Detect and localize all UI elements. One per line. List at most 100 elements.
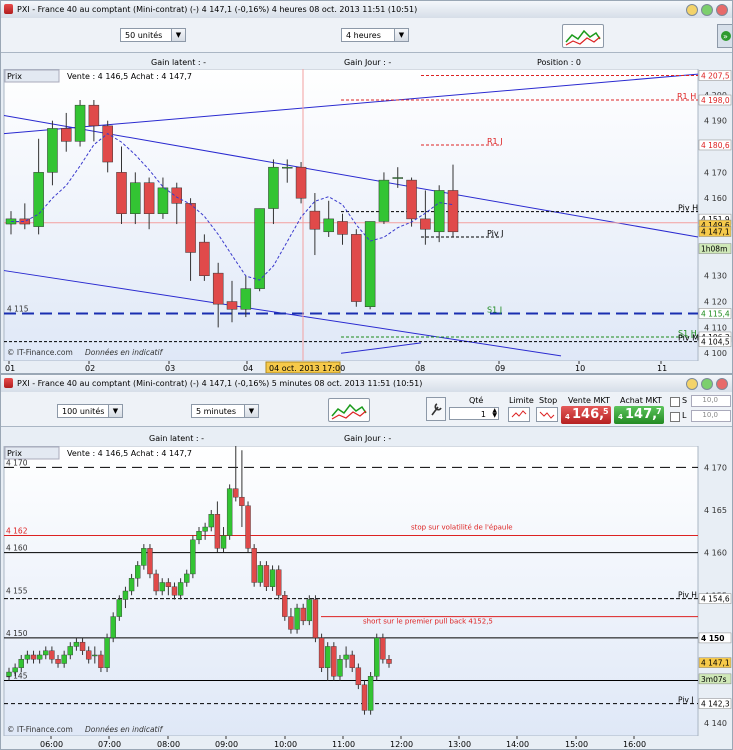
y-tick-label: 4 100: [704, 349, 727, 358]
plot-area: [3, 69, 699, 362]
period-select[interactable]: 5 minutes ▼: [191, 404, 259, 418]
candle: [306, 599, 313, 622]
left-price-label: 4 162: [6, 527, 28, 536]
candlestick-chart-4h[interactable]: 4 2004 1904 1804 1704 1604 1504 1404 130…: [1, 69, 732, 374]
maximize-button[interactable]: [701, 378, 713, 390]
candle: [73, 641, 80, 647]
candle: [147, 548, 153, 575]
x-tick-label: 08:00: [157, 740, 180, 749]
info-bar: Gain latent : - Gain Jour : -: [1, 433, 732, 445]
window-title: PXI - France 40 au comptant (Mini-contra…: [17, 379, 423, 388]
sell-price-prefix: 4: [565, 413, 570, 421]
price-tag-label: 1h08m: [701, 245, 727, 254]
chevron-down-icon[interactable]: ▼: [108, 405, 122, 417]
window-titlebar[interactable]: PXI - France 40 au comptant (Mini-contra…: [1, 375, 732, 393]
candle: [325, 646, 331, 668]
candle: [208, 514, 214, 528]
candle: [185, 203, 196, 253]
candle: [171, 586, 178, 596]
sell-label: Vente MKT: [568, 396, 610, 405]
candle: [226, 488, 233, 536]
candle: [79, 641, 86, 651]
y-tick-label: 4 170: [704, 463, 727, 472]
legend-prix: Prix: [7, 72, 22, 81]
close-button[interactable]: [716, 378, 728, 390]
candle: [92, 654, 98, 657]
chevron-down-icon[interactable]: ▼: [171, 29, 185, 41]
price-tag-label: 4 154,6: [701, 595, 730, 604]
candle: [141, 548, 147, 566]
limite-icon[interactable]: [508, 407, 530, 422]
l-input[interactable]: 10,0: [691, 410, 731, 422]
qty-stepper[interactable]: ▲ ▼: [492, 408, 497, 419]
credit: © IT-Finance.com: [7, 348, 73, 357]
level-label: R1 H: [677, 92, 696, 101]
y-tick-label: 4 190: [704, 117, 727, 126]
chevron-down-icon[interactable]: ▼: [394, 29, 408, 41]
x-tick-label: 10: [575, 364, 585, 373]
candle: [406, 179, 417, 220]
maximize-button[interactable]: [701, 4, 713, 16]
app-icon: [4, 4, 13, 14]
x-tick-label: 12:00: [390, 740, 413, 749]
period-select-value: 4 heures: [346, 31, 381, 40]
l-checkbox[interactable]: [670, 412, 680, 422]
units-select[interactable]: 100 unités ▼: [57, 404, 123, 418]
side-panel-toggle[interactable]: »: [717, 24, 732, 48]
x-tick-label: 02: [85, 364, 95, 373]
s-input[interactable]: 10,0: [691, 395, 731, 407]
candle: [116, 599, 123, 617]
window-titlebar[interactable]: PXI - France 40 au comptant (Mini-contra…: [1, 1, 732, 19]
plot-area: [3, 446, 699, 737]
buy-button[interactable]: 4 147, 7: [614, 406, 664, 424]
sell-button[interactable]: 4 146, 5: [561, 406, 611, 424]
candle: [55, 659, 61, 664]
close-button[interactable]: [716, 4, 728, 16]
period-select[interactable]: 4 heures ▼: [341, 28, 409, 42]
candle: [157, 187, 169, 214]
candle: [12, 667, 18, 673]
candle: [380, 637, 386, 660]
credit-note: Données en indicatif: [85, 725, 164, 734]
candle: [323, 218, 334, 233]
qty-input[interactable]: 1 ▲ ▼: [449, 407, 499, 420]
minimize-button[interactable]: [686, 378, 698, 390]
legend-prix: Prix: [7, 449, 22, 458]
x-tick-label: 03: [165, 364, 175, 373]
y-tick-label: 4 165: [704, 506, 727, 515]
units-select[interactable]: 50 unités ▼: [120, 28, 186, 42]
candle: [190, 539, 196, 575]
price-tag-label: 4 207,5: [701, 71, 730, 80]
s-checkbox[interactable]: [670, 397, 680, 407]
chart-type-icon[interactable]: [328, 398, 370, 422]
chevron-down-icon[interactable]: ▼: [244, 405, 258, 417]
gain-latent: Gain latent : -: [151, 58, 206, 67]
candle: [295, 166, 307, 199]
wrench-icon[interactable]: [426, 397, 446, 421]
x-tick-label: 04: [243, 364, 253, 373]
candle: [245, 505, 251, 549]
minimize-button[interactable]: [686, 4, 698, 16]
l-label: L: [682, 411, 687, 420]
legend-quote: Vente : 4 146,5 Achat : 4 147,7: [67, 72, 192, 81]
candle: [6, 671, 12, 677]
candle: [214, 514, 221, 549]
left-price-label: 4 150: [6, 629, 28, 638]
piv-h-label: Piv H: [678, 591, 697, 600]
position-text: Position : 0: [537, 58, 582, 67]
stop-icon[interactable]: [536, 407, 558, 422]
candle: [361, 684, 368, 711]
gain-jour: Gain Jour : -: [344, 58, 392, 67]
level-label: Piv J: [487, 229, 504, 238]
candle: [61, 128, 72, 142]
y-tick-label: 4 120: [704, 298, 727, 307]
gain-latent: Gain latent : -: [149, 434, 204, 443]
candle: [135, 565, 141, 579]
candle: [351, 234, 362, 302]
candle: [47, 128, 58, 173]
candlestick-chart-5min[interactable]: 4 1704 1654 1604 1554 1504 1454 140stop …: [1, 446, 732, 750]
candle: [355, 667, 362, 686]
chart-type-icon[interactable]: [562, 24, 604, 48]
level-label: Piv M: [678, 334, 699, 343]
candle: [110, 616, 116, 639]
